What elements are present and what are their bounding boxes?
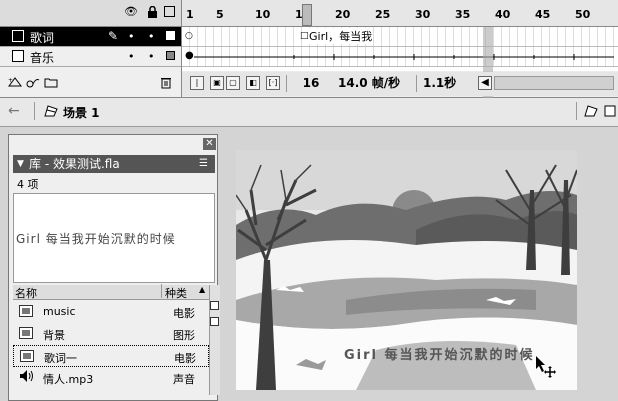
library-title: 库 - 效果测试.fla	[29, 157, 120, 171]
library-panel: ✕ ▼ 库 - 效果测试.fla ☰ 4 项 Girl 每当我开始沉默的时候 名…	[8, 134, 220, 401]
timeline-panel: 👁 歌词 ✎ • • 音乐 • • + 1 5 10 20 25 30 35 4…	[0, 0, 618, 98]
col-kind-header[interactable]: 种类	[165, 285, 187, 301]
library-item[interactable]: music 电影	[13, 301, 209, 323]
ruler-tick: 35	[455, 8, 471, 21]
item-kind: 声音	[173, 373, 195, 386]
visibility-dot[interactable]: •	[128, 50, 135, 63]
close-icon[interactable]: ✕	[203, 138, 216, 150]
pencil-icon: ✎	[108, 29, 119, 43]
layer-row-lyrics[interactable]: 歌词 ✎ • •	[0, 27, 181, 47]
movieclip-icon	[19, 305, 33, 317]
ruler-tick: 45	[535, 8, 551, 21]
library-item[interactable]: 情人.mp3 声音	[13, 367, 209, 389]
item-count: 4 项	[17, 178, 39, 191]
layer-name: 歌词	[30, 31, 55, 45]
eye-icon[interactable]: 👁	[124, 6, 138, 18]
timeline-hscroll[interactable]	[494, 76, 614, 90]
ruler-tick: 1	[186, 8, 194, 21]
keyframe-filled[interactable]: ●	[185, 50, 194, 61]
outline-icon[interactable]	[164, 6, 175, 17]
ruler-tick: 20	[335, 8, 351, 21]
move-cursor-icon	[534, 354, 558, 381]
library-columns: 名称 种类 ▲	[13, 284, 209, 301]
movieclip-icon	[20, 350, 34, 362]
layer-icon	[12, 50, 24, 62]
layer-name: 音乐	[30, 51, 55, 65]
layer-row-music[interactable]: 音乐 • •	[0, 47, 181, 67]
item-name: 情人.mp3	[43, 373, 94, 386]
outline-square[interactable]	[166, 31, 175, 40]
ruler-tick: 25	[375, 8, 391, 21]
center-frame-icon[interactable]: |	[190, 76, 204, 90]
graphic-icon	[19, 327, 33, 339]
edit-multiple-frames-icon[interactable]: ◧	[246, 76, 260, 90]
scroll-left-icon[interactable]: ◀	[478, 76, 492, 90]
audio-waveform	[194, 54, 614, 60]
divider	[34, 102, 35, 120]
keyframe-empty[interactable]: ○	[185, 31, 193, 41]
edit-scene-icon[interactable]	[584, 104, 598, 120]
options-menu-icon[interactable]: ☰	[199, 155, 208, 173]
back-arrow-icon[interactable]: ←	[8, 103, 20, 119]
scene-icon	[44, 104, 58, 120]
col-name-header[interactable]: 名称	[15, 285, 37, 301]
scene-name[interactable]: 场景 1	[63, 104, 100, 121]
layer-list: 👁 歌词 ✎ • • 音乐 • • +	[0, 0, 182, 97]
frame-label: Girl，每当我	[309, 28, 373, 44]
collapse-arrow-icon[interactable]: ▼	[17, 155, 24, 173]
layer-header: 👁	[0, 0, 181, 27]
onion-skin-icon[interactable]: ▣	[210, 76, 224, 90]
trash-icon[interactable]	[160, 76, 172, 92]
onion-outline-icon[interactable]: ▢	[226, 76, 240, 90]
elapsed-time: 1.1秒	[416, 75, 456, 92]
scroll-thumb[interactable]	[210, 317, 219, 326]
sound-icon	[19, 369, 35, 386]
library-title-bar[interactable]: ▼ 库 - 效果测试.fla ☰	[13, 155, 215, 173]
library-item[interactable]: 背景 图形	[13, 323, 209, 345]
visibility-dot[interactable]: •	[128, 30, 135, 43]
item-kind: 电影	[173, 307, 195, 320]
frame-row-lyrics[interactable]: ○ □ Girl，每当我	[182, 27, 618, 47]
item-kind: 图形	[173, 329, 195, 342]
lock-icon[interactable]	[146, 5, 158, 18]
item-name: 歌词一	[44, 352, 77, 365]
item-kind: 电影	[174, 352, 196, 365]
current-frame: 16	[286, 75, 335, 92]
frame-rate: 14.0 帧/秒	[338, 76, 401, 90]
lyrics-text[interactable]: Girl 每当我开始沉默的时候	[344, 344, 535, 363]
lock-dot[interactable]: •	[148, 30, 155, 43]
scroll-thumb[interactable]	[210, 301, 219, 310]
edit-symbol-icon[interactable]	[604, 104, 618, 120]
ruler-tick: 5	[216, 8, 224, 21]
library-item-selected[interactable]: 歌词一 电影	[13, 345, 209, 367]
insert-folder-icon[interactable]	[44, 76, 58, 91]
add-layer-icon[interactable]: +	[8, 76, 22, 91]
outline-square[interactable]	[166, 51, 175, 60]
sort-up-icon[interactable]: ▲	[199, 285, 205, 294]
svg-text:+: +	[8, 77, 13, 84]
scene-bar: ← 场景 1	[0, 98, 618, 127]
item-name: 背景	[43, 329, 65, 342]
divider	[161, 284, 162, 298]
keyframe-empty[interactable]: □	[300, 31, 309, 41]
add-guide-layer-icon[interactable]	[26, 76, 40, 91]
frame-ruler[interactable]: 1 5 10 15 20 25 30 35 40 45 50	[182, 0, 618, 27]
library-preview: Girl 每当我开始沉默的时候	[13, 193, 215, 283]
ruler-tick: 50	[575, 8, 591, 21]
preview-text: Girl 每当我开始沉默的时候	[16, 232, 176, 246]
playhead-marker[interactable]	[302, 4, 312, 26]
library-vscroll[interactable]	[209, 285, 220, 395]
item-name: music	[43, 305, 76, 318]
ruler-tick: 10	[255, 8, 271, 21]
modify-markers-icon[interactable]: [·]	[266, 76, 280, 90]
lock-dot[interactable]: •	[148, 50, 155, 63]
frame-row-music[interactable]: ●	[182, 47, 618, 67]
ruler-tick: 30	[415, 8, 431, 21]
divider	[576, 102, 577, 120]
frame-grid[interactable]: ○ □ Girl，每当我 ●	[182, 27, 618, 98]
stage-canvas[interactable]: Girl 每当我开始沉默的时候	[236, 150, 577, 390]
layer-icon	[12, 30, 24, 42]
ruler-tick: 40	[495, 8, 511, 21]
timeline-status-bar: | ▣ ▢ ◧ [·] 16 14.0 帧/秒 1.1秒 ◀	[182, 72, 618, 96]
